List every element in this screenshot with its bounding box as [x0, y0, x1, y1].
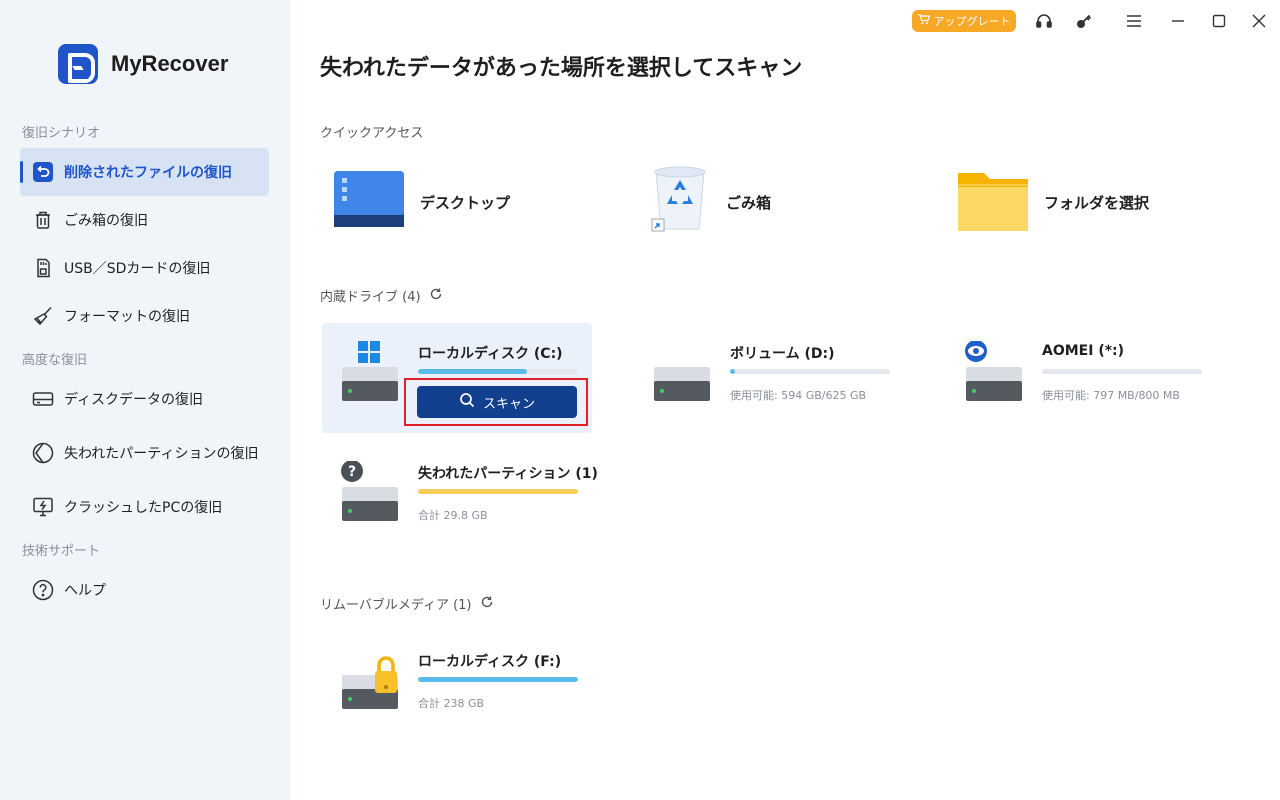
sidebar-item-label: ディスクデータの復旧 — [64, 392, 204, 408]
sidebar-item-usb-sd[interactable]: USB／SDカードの復旧 — [20, 244, 269, 292]
drive-card-d[interactable]: ボリューム (D:) 使用可能: 594 GB/625 GB — [634, 323, 904, 433]
myrecover-logo-icon — [58, 44, 98, 84]
internal-drives-label-text: 内蔵ドライブ (4) — [320, 290, 421, 305]
hard-drive-icon — [340, 649, 404, 709]
headset-icon[interactable] — [1034, 11, 1054, 31]
drive-usage-bar — [418, 677, 578, 682]
drive-name: ボリューム (D:) — [730, 346, 835, 362]
removable-media-label-text: リムーバブルメディア (1) — [320, 598, 472, 613]
quick-access-label: クイックアクセス — [320, 122, 423, 141]
sidebar-item-label: 失われたパーティションの復旧 — [64, 446, 259, 462]
scan-button[interactable]: スキャン — [417, 386, 577, 418]
crashed-pc-icon — [32, 496, 54, 518]
drive-name: 失われたパーティション (1) — [418, 466, 598, 482]
internal-drives-label: 内蔵ドライブ (4) — [320, 286, 443, 305]
hard-drive-icon — [340, 341, 404, 401]
sidebar-item-lost-partition[interactable]: 失われたパーティションの復旧 — [20, 429, 269, 477]
sidebar-item-label: クラッシュしたPCの復旧 — [64, 500, 223, 516]
maximize-icon[interactable] — [1209, 11, 1229, 31]
drive-usage-bar — [1042, 369, 1202, 374]
quick-access-label-text: クイックアクセス — [320, 126, 424, 141]
sd-card-icon — [32, 257, 54, 279]
sidebar-item-help[interactable]: ヘルプ — [20, 566, 269, 614]
hard-drive-icon: ? — [340, 460, 404, 521]
hard-drive-icon — [964, 340, 1028, 401]
drive-name: ローカルディスク (C:) — [418, 346, 563, 362]
search-icon — [459, 392, 475, 412]
quick-access-recycle-bin-label: ごみ箱 — [726, 193, 772, 212]
section-label-scenarios: 復旧シナリオ — [22, 126, 101, 141]
drive-capacity: 合計 29.8 GB — [418, 509, 488, 522]
section-label-advanced: 高度な復旧 — [22, 353, 88, 368]
drive-capacity: 使用可能: 797 MB/800 MB — [1042, 389, 1180, 402]
drive-usage-bar — [730, 369, 890, 374]
sidebar-item-label: ヘルプ — [64, 583, 106, 599]
folder-icon — [956, 165, 1030, 239]
menu-icon[interactable] — [1124, 11, 1144, 31]
broom-icon — [32, 305, 54, 327]
sidebar-item-format[interactable]: フォーマットの復旧 — [20, 292, 269, 340]
close-icon[interactable] — [1249, 11, 1269, 31]
recycle-bin-icon — [648, 165, 712, 239]
desktop-icon — [332, 166, 406, 238]
drive-name: AOMEI (*:) — [1042, 343, 1125, 359]
drive-usage-bar — [418, 369, 578, 374]
sidebar-item-label: ごみ箱の復旧 — [64, 213, 148, 229]
sidebar: MyRecover 復旧シナリオ 削除されたファイルの復旧 ごみ箱の復旧 USB… — [0, 0, 290, 800]
sidebar-item-label: フォーマットの復旧 — [64, 309, 190, 325]
cart-icon — [917, 13, 930, 28]
scan-button-label: スキャン — [482, 396, 535, 412]
trash-icon — [32, 209, 54, 231]
drive-usage-bar — [418, 489, 578, 494]
upgrade-button[interactable]: アップグレート — [912, 10, 1016, 32]
drive-name: ローカルディスク (F:) — [418, 654, 562, 670]
drive-capacity: 使用可能: 594 GB/625 GB — [730, 389, 867, 402]
drive-card-aomei[interactable]: AOMEI (*:) 使用可能: 797 MB/800 MB — [946, 323, 1216, 433]
quick-access-recycle-bin[interactable]: ごみ箱 — [648, 165, 772, 239]
quick-access-desktop[interactable]: デスクトップ — [332, 167, 510, 237]
drive-capacity: 合計 238 GB — [418, 697, 485, 710]
partition-icon — [32, 442, 54, 464]
app-logo: MyRecover — [58, 44, 228, 84]
disk-icon — [32, 388, 54, 410]
quick-access-select-folder-label: フォルダを選択 — [1044, 193, 1150, 212]
drive-card-lost-partition[interactable]: ? 失われたパーティション (1) 合計 29.8 GB — [322, 443, 598, 553]
sidebar-item-label: USB／SDカードの復旧 — [64, 261, 211, 277]
quick-access-desktop-label: デスクトップ — [420, 193, 511, 212]
refresh-icon[interactable] — [480, 595, 494, 613]
svg-text:?: ? — [348, 464, 356, 480]
app-name: MyRecover — [111, 51, 229, 76]
sidebar-item-deleted-files[interactable]: 削除されたファイルの復旧 — [20, 148, 269, 196]
sidebar-item-disk-data[interactable]: ディスクデータの復旧 — [20, 375, 269, 423]
hard-drive-icon — [652, 341, 716, 401]
sidebar-item-recycle-bin[interactable]: ごみ箱の復旧 — [20, 196, 269, 244]
section-label-support: 技術サポート — [22, 544, 101, 559]
key-icon[interactable] — [1074, 11, 1094, 31]
removable-media-label: リムーバブルメディア (1) — [320, 594, 494, 613]
sidebar-item-crashed-pc[interactable]: クラッシュしたPCの復旧 — [20, 483, 269, 531]
upgrade-label: アップグレート — [933, 15, 1011, 28]
undo-icon — [32, 161, 54, 183]
page-title: 失われたデータがあった場所を選択してスキャン — [320, 56, 803, 81]
drive-card-f[interactable]: ローカルディスク (F:) 合計 238 GB — [322, 631, 592, 741]
quick-access-select-folder[interactable]: フォルダを選択 — [956, 167, 1149, 237]
refresh-icon[interactable] — [429, 287, 443, 305]
help-icon — [32, 579, 54, 601]
sidebar-item-label: 削除されたファイルの復旧 — [64, 165, 232, 181]
minimize-icon[interactable] — [1168, 11, 1188, 31]
